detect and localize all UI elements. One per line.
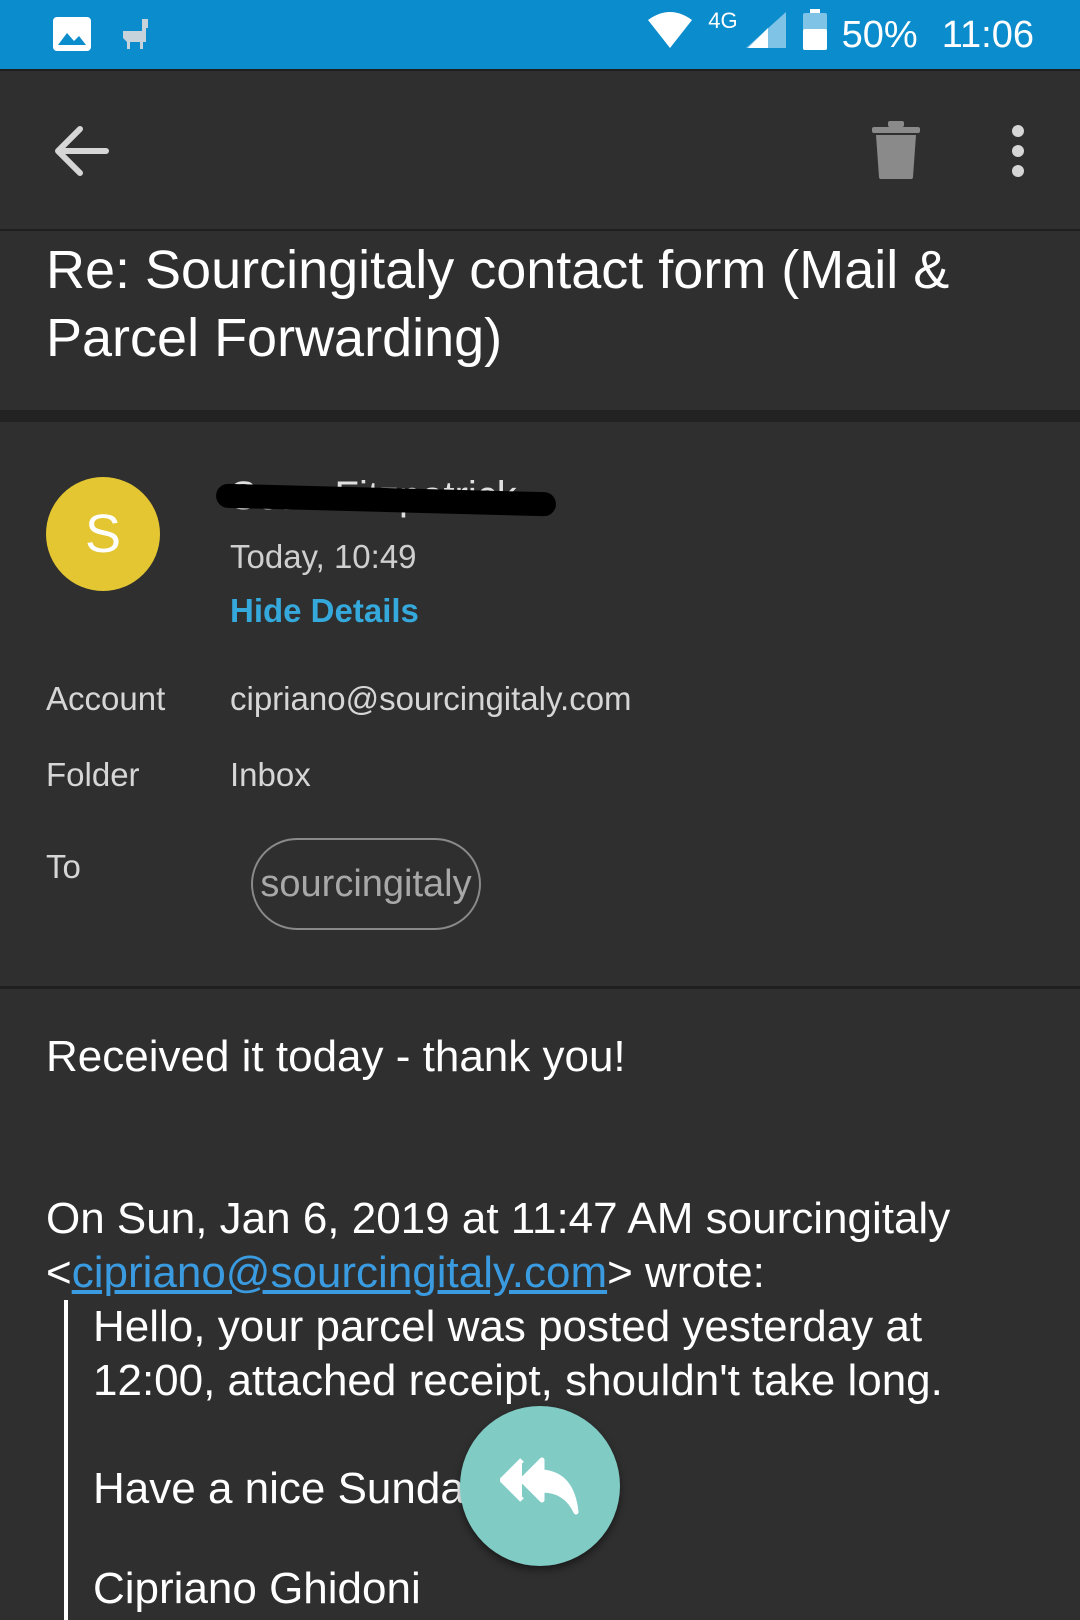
clock: 11:06 (941, 13, 1034, 56)
trash-icon (872, 121, 920, 179)
account-value: cipriano@sourcingitaly.com (230, 680, 632, 717)
quote-signature: Cipriano Ghidoni (93, 1564, 421, 1613)
llama-icon (118, 16, 154, 57)
wifi-icon (646, 10, 694, 60)
battery-icon (802, 9, 828, 61)
network-type: 4G (708, 8, 738, 33)
more-options-button[interactable] (998, 123, 1038, 179)
quote-line-1: Hello, your parcel was posted yesterday … (93, 1302, 923, 1351)
reply-all-button[interactable] (460, 1406, 620, 1566)
more-vert-icon (1012, 125, 1024, 177)
quote-line-3: Have a nice Sunday (93, 1464, 487, 1513)
signal-icon (744, 10, 788, 60)
reply-all-icon (500, 1457, 579, 1515)
email-date: Today, 10:49 (230, 538, 417, 575)
quote-open-bracket: < (46, 1248, 72, 1297)
quote-header-line1: On Sun, Jan 6, 2019 at 11:47 AM sourcing… (46, 1194, 951, 1243)
image-icon (52, 16, 92, 57)
quoted-email-link[interactable]: cipriano@sourcingitaly.com (72, 1248, 607, 1297)
quote-header-line2: <cipriano@sourcingitaly.com> wrote: (46, 1246, 765, 1300)
status-bar: 4G 50% 11:06 (0, 0, 1080, 69)
header-divider (0, 410, 1080, 422)
battery-percent: 50% (841, 13, 918, 56)
reply-text: Received it today - thank you! (46, 1032, 626, 1081)
email-subject: Re: Sourcingitaly contact form (Mail & P… (46, 240, 950, 368)
hide-details-link[interactable]: Hide Details (230, 592, 419, 630)
arrow-back-icon (55, 126, 109, 176)
account-label: Account (46, 680, 166, 717)
toolbar (0, 69, 1080, 231)
recipient-chip[interactable]: sourcingitaly (251, 838, 481, 930)
quote-bar (64, 1300, 68, 1620)
body-divider (0, 986, 1080, 989)
delete-button[interactable] (872, 121, 920, 179)
back-button[interactable] (52, 123, 112, 179)
quote-header-wrote: > wrote: (607, 1248, 765, 1297)
folder-value: Inbox (230, 756, 311, 793)
quote-line-2: 12:00, attached receipt, shouldn't take … (93, 1356, 943, 1405)
to-label: To (46, 848, 81, 885)
avatar[interactable]: S (46, 477, 160, 591)
folder-label: Folder (46, 756, 140, 793)
